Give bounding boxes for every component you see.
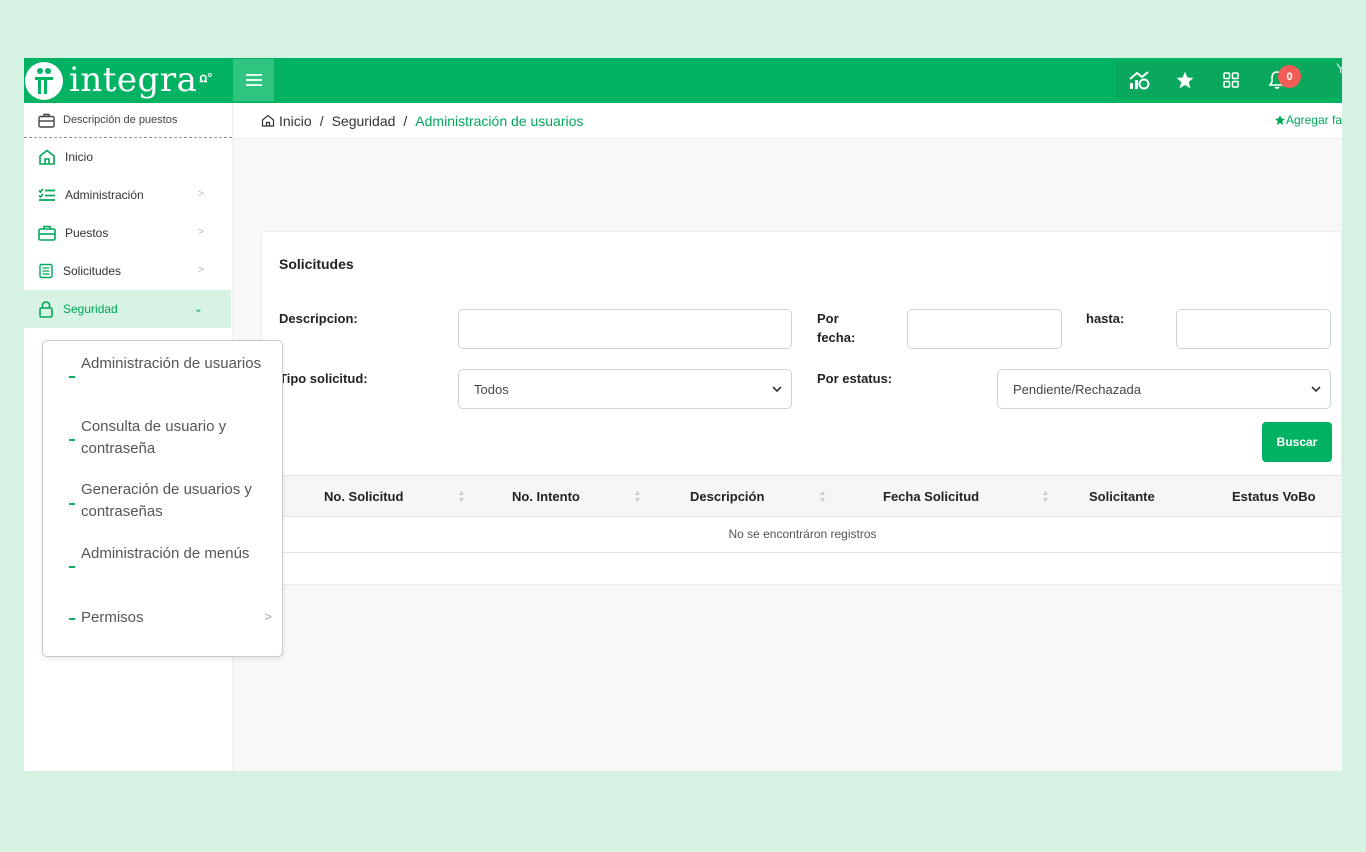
brand-logo[interactable]: integra ꭥ° [24,58,233,103]
submenu-item-permisos[interactable]: Permisos [81,607,281,629]
sidebar-item-solicitudes[interactable]: Solicitudes > [24,252,232,290]
column-solicitante[interactable]: Solicitante [1089,476,1155,517]
favorites-button[interactable] [1162,61,1208,98]
sidebar-item-label: Seguridad [63,302,118,316]
fecha-hasta-input[interactable] [1176,309,1331,349]
chevron-right-icon: > [197,264,204,276]
sidebar-item-inicio[interactable]: Inicio [24,138,232,176]
solicitudes-card: Solicitudes Descripcion: Por fecha: hast… [261,231,1342,585]
add-favorite-link[interactable]: Agregar fa [1274,113,1342,127]
checklist-icon [38,188,55,201]
submenu-bullet [69,503,75,505]
column-descripcion[interactable]: Descripción [690,476,764,517]
logo-mark: ꭥ° [199,69,213,85]
chevron-down-icon [1311,386,1321,393]
star-icon [1176,71,1194,88]
breadcrumb-separator: / [319,112,324,129]
add-favorite-label: Agregar fa [1285,113,1342,127]
notifications-badge: 0 [1278,65,1301,88]
sidebar-item-puestos[interactable]: Puestos > [24,214,232,252]
sidebar-item-label: Inicio [65,150,94,164]
por-fecha-label-line2: fecha: [817,330,856,345]
table-header: No. Solicitud No. Intento Descripción Fe… [262,475,1342,517]
breadcrumb-separator: / [403,112,408,129]
chevron-down-icon: ⌄ [193,303,203,315]
sort-icon[interactable] [458,490,465,503]
home-icon [261,114,275,127]
por-estatus-label: Por estatus: [817,371,893,386]
chevron-right-icon: > [197,188,204,200]
sidebar-top-label: Descripción de puestos [63,114,178,126]
sort-icon[interactable] [1042,490,1049,503]
breadcrumb-seguridad[interactable]: Seguridad [332,113,396,129]
sort-icon[interactable] [634,490,641,503]
star-icon [1274,115,1285,125]
card-title: Solicitudes [279,256,354,272]
sidebar-item-label: Solicitudes [63,264,122,278]
submenu-bullet [69,566,75,568]
top-icons-group: 0 [1116,61,1342,98]
briefcase-icon [38,113,55,128]
descripcion-label: Descripcion: [279,311,358,326]
breadcrumb-inicio[interactable]: Inicio [279,113,312,129]
tipo-solicitud-label: Tipo solicitud: [279,371,368,386]
clipboard-icon [39,263,53,279]
buscar-button[interactable]: Buscar [1262,422,1332,462]
stats-icon [1129,70,1150,89]
logo-person-icon [25,61,63,100]
sidebar-item-seguridad[interactable]: Seguridad ⌄ [24,290,231,328]
column-no-intento[interactable]: No. Intento [512,476,580,517]
apps-button[interactable] [1208,61,1254,98]
sort-icon[interactable] [819,490,826,503]
chevron-right-icon: > [264,609,272,624]
sidebar-top-link[interactable]: Descripción de puestos [24,103,232,138]
submenu-item-consulta-usuario[interactable]: Consulta de usuario y contraseña [81,416,281,460]
submenu-bullet [69,439,75,441]
estatus-select[interactable]: Pendiente/Rechazada [997,369,1331,409]
submenu-item-administracion-usuarios[interactable]: Administración de usuarios [81,353,281,375]
tipo-solicitud-select[interactable]: Todos [458,369,792,409]
sidebar-item-administracion[interactable]: Administración > [24,176,232,214]
hamburger-icon [245,75,262,85]
submenu-bullet [69,376,75,378]
seguridad-submenu: Administración de usuarios Consulta de u… [42,340,283,657]
stats-button[interactable] [1116,61,1162,98]
submenu-item-generacion-usuarios[interactable]: Generación de usuarios y contraseñas [81,479,281,523]
apps-grid-icon [1223,71,1239,88]
menu-toggle-button[interactable] [233,59,274,101]
estatus-value: Pendiente/Rechazada [1013,381,1141,397]
empty-table-message: No se encontráron registros [262,517,1342,553]
submenu-bullet [69,618,75,620]
tipo-solicitud-value: Todos [474,381,509,397]
hasta-label: hasta: [1086,311,1125,326]
chevron-down-icon [772,386,782,393]
top-bar: integra ꭥ° 0 Y [24,58,1342,103]
briefcase-icon [38,225,56,241]
lock-icon [39,300,53,318]
por-fecha-label: Por fecha: [817,309,855,347]
logo-text: integra [69,60,198,100]
sidebar-item-label: Puestos [65,226,109,240]
home-icon [39,149,55,165]
chevron-right-icon: > [197,226,204,238]
por-fecha-label-line1: Por [817,311,839,326]
user-initial[interactable]: Y [1336,60,1342,76]
submenu-item-administracion-menus[interactable]: Administración de menús [81,543,281,565]
sidebar-item-label: Administración [65,188,144,202]
breadcrumb: Inicio / Seguridad / Administración de u… [234,103,1342,139]
descripcion-input[interactable] [458,309,792,349]
breadcrumb-current: Administración de usuarios [415,112,584,129]
column-fecha-solicitud[interactable]: Fecha Solicitud [883,476,979,517]
fecha-desde-input[interactable] [907,309,1062,349]
column-estatus-vobo[interactable]: Estatus VoBo [1232,476,1316,517]
column-no-solicitud[interactable]: No. Solicitud [324,476,403,517]
